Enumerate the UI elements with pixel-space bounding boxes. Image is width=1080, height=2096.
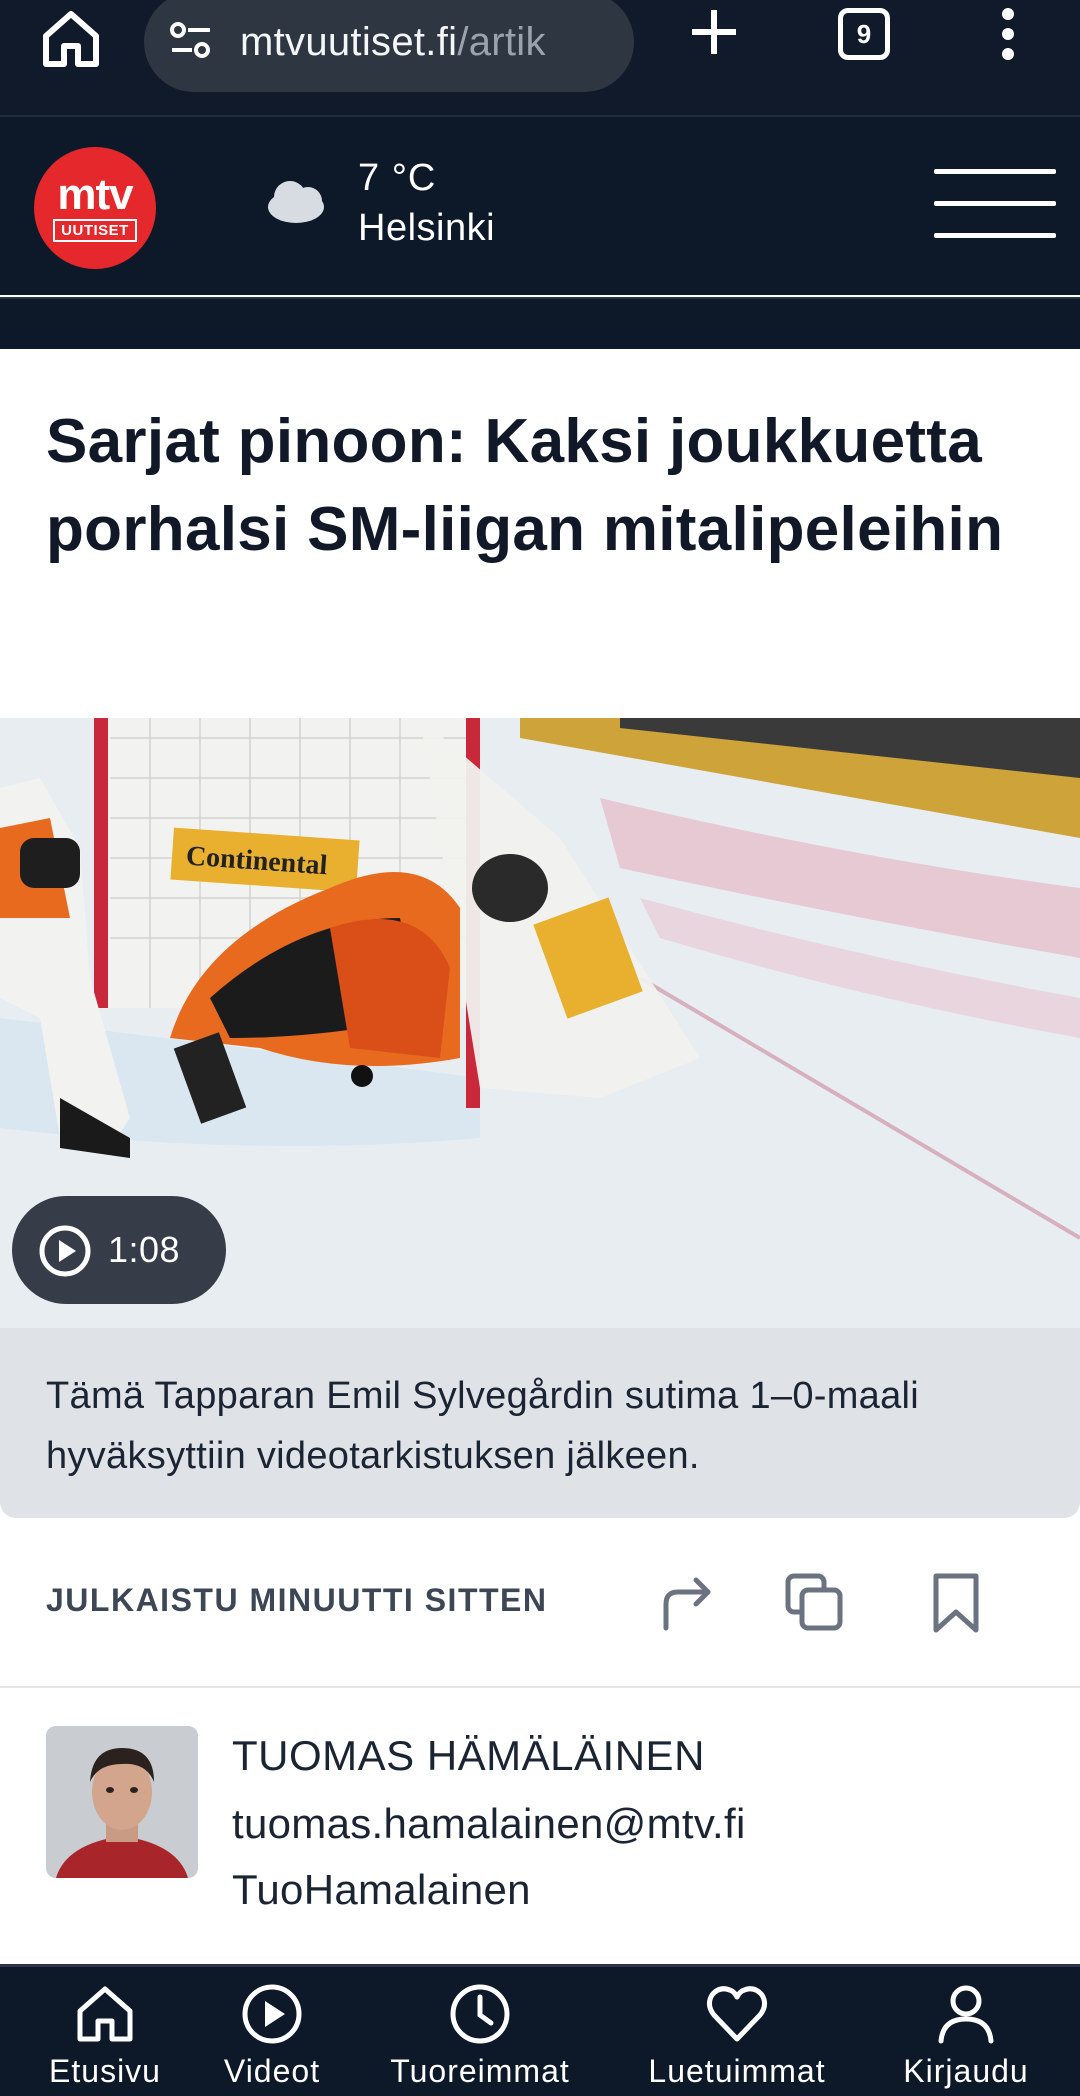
section-nav-strip [0,297,1080,349]
nav-label-kirjaudu: Kirjaudu [903,2053,1029,2089]
nav-item-kirjaudu[interactable]: Kirjaudu [874,1967,1058,2096]
video-duration: 1:08 [108,1229,181,1270]
more-menu-icon[interactable] [998,6,1018,62]
browser-home-icon[interactable] [40,8,102,70]
article-meta-row: JULKAISTU MINUUTTI SITTEN [0,1520,1080,1688]
play-button[interactable]: 1:08 [12,1196,226,1304]
video-caption: Tämä Tapparan Emil Sylvegårdin sutima 1–… [0,1328,1080,1518]
site-settings-icon[interactable] [168,18,214,64]
nav-label-luetuimmat: Luetuimmat [648,2053,826,2089]
mtv-uutiset-logo[interactable]: mtv UUTISET [34,147,156,269]
partly-cloudy-moon-icon [266,167,324,231]
url-path: /artik [457,20,546,64]
menu-button[interactable] [934,169,1056,239]
nav-label-videot: Videot [223,2053,321,2089]
site-header: mtv UUTISET 7 °C Helsinki [0,115,1080,295]
author-email-link[interactable]: tuomas.hamalainen@mtv.fi [232,1796,746,1852]
author-twitter-link[interactable]: TuoHamalainen [232,1862,531,1918]
article-headline: Sarjat pinoon: Kaksi joukkuetta porhalsi… [46,407,1004,564]
nav-item-etusivu[interactable]: Etusivu [10,1967,200,2096]
home-icon [77,1986,133,2042]
bottom-navigation: Etusivu Videot Tuoreimmat Luetuimmat Kir… [0,1964,1080,2096]
author-card: TUOMAS HÄMÄLÄINEN tuomas.hamalainen@mtv.… [0,1690,1080,1960]
new-tab-icon[interactable] [688,6,740,58]
address-bar[interactable]: mtvuutiset.fi/artik [144,0,634,92]
nav-label-etusivu: Etusivu [49,2053,161,2089]
logo-mtv-text: mtv [57,170,133,219]
play-icon [242,1984,302,2044]
bookmark-icon[interactable] [924,1570,988,1634]
published-time: JULKAISTU MINUUTTI SITTEN [46,1582,548,1618]
logo-uutiset-text: UUTISET [53,219,137,242]
author-name[interactable]: TUOMAS HÄMÄLÄINEN [232,1728,705,1784]
nav-item-tuoreimmat[interactable]: Tuoreimmat [362,1967,598,2096]
play-circle-icon [39,1225,91,1277]
nav-item-luetuimmat[interactable]: Luetuimmat [620,1967,854,2096]
url-text: mtvuutiset.fi/artik [240,18,620,66]
weather-city: Helsinki [358,207,496,249]
nav-label-tuoreimmat: Tuoreimmat [390,2053,570,2089]
browser-toolbar: mtvuutiset.fi/artik 9 [0,0,1080,115]
clock-icon [450,1984,510,2044]
tab-switcher-button[interactable]: 9 [838,8,890,60]
author-avatar [46,1726,198,1878]
weather-temperature: 7 °C [358,157,437,199]
copy-link-icon[interactable] [782,1570,846,1634]
video-caption-text: Tämä Tapparan Emil Sylvegårdin sutima 1–… [46,1375,920,1477]
user-icon [938,1985,994,2044]
url-host: mtvuutiset.fi [240,20,458,64]
heart-icon [706,1986,768,2042]
nav-item-videot[interactable]: Videot [200,1967,344,2096]
share-icon[interactable] [656,1570,720,1634]
article-video[interactable]: Continental 1:08 [0,718,1080,1328]
